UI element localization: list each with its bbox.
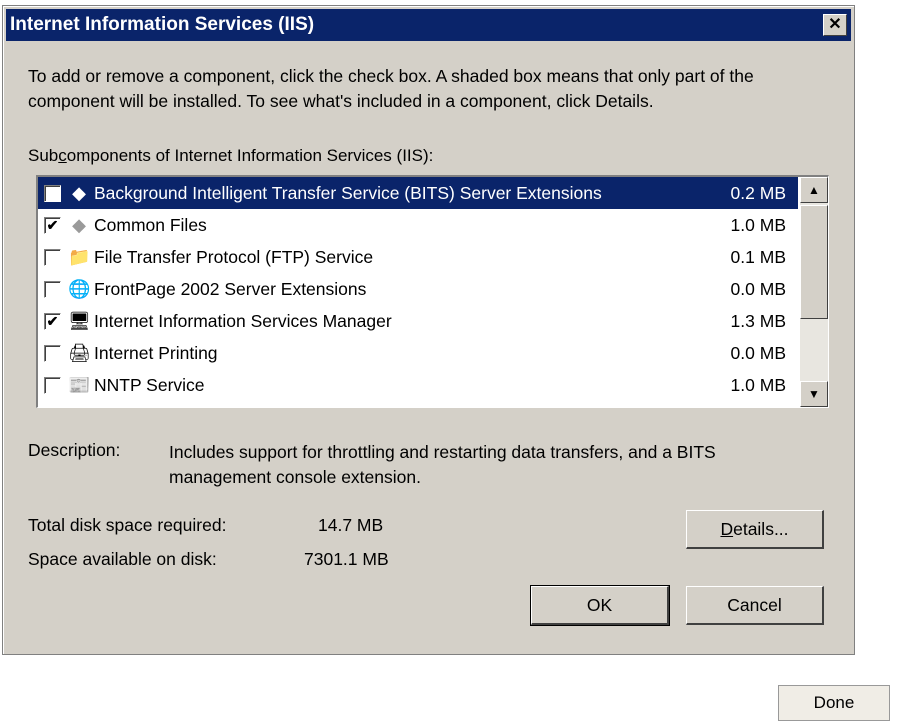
component-name: Internet Printing: [94, 343, 218, 363]
disk-required-label: Total disk space required:: [28, 515, 227, 535]
component-size: 1.0 MB: [730, 375, 786, 395]
done-button[interactable]: Done: [778, 685, 890, 721]
component-size: 0.0 MB: [730, 279, 786, 299]
subcomponents-label: Subcomponents of Internet Information Se…: [28, 146, 434, 165]
component-name: File Transfer Protocol (FTP) Service: [94, 247, 374, 267]
unchecked-checkbox[interactable]: [44, 281, 61, 298]
description-label: Description:: [28, 440, 121, 460]
diamond-icon: ◆: [72, 215, 86, 235]
vertical-scrollbar[interactable]: ▲ ▼: [800, 177, 828, 407]
checked-checkbox[interactable]: ✔: [44, 217, 61, 234]
component-name: Internet Information Services Manager: [94, 311, 392, 331]
list-item[interactable]: 📰 NNTP Service 1.0 MB: [38, 369, 798, 401]
disk-available-label: Space available on disk:: [28, 549, 217, 569]
list-item[interactable]: 📁 File Transfer Protocol (FTP) Service 0.1…: [38, 241, 798, 273]
unchecked-checkbox[interactable]: [44, 249, 61, 266]
intro-text: To add or remove a component, click the …: [28, 66, 754, 111]
scroll-up-button[interactable]: ▲: [800, 177, 828, 203]
folder-icon: 📁: [68, 247, 91, 267]
component-size: 1.0 MB: [730, 215, 786, 235]
component-name: NNTP Service: [94, 375, 205, 395]
list-item[interactable]: 🖨 Internet Printing 0.0 MB: [38, 337, 798, 369]
description-text: Includes support for throttling and rest…: [169, 442, 716, 487]
components-listbox[interactable]: ◆ Background Intelligent Transfer Service…: [36, 175, 829, 408]
printer-icon: 🖨: [68, 343, 91, 363]
iis-dialog: Internet Information Services (IIS) ✕ To…: [2, 5, 855, 655]
window-title: Internet Information Services (IIS): [10, 14, 315, 35]
disk-available-value: 7301.1 MB: [304, 549, 389, 569]
component-size: 0.2 MB: [730, 183, 786, 203]
diamond-icon: ◆: [72, 183, 86, 203]
server-manager-icon: 🖥: [68, 311, 91, 331]
cancel-button[interactable]: Cancel: [686, 586, 824, 625]
nntp-icon: 📰: [68, 375, 91, 395]
disk-required-value: 14.7 MB: [318, 515, 384, 535]
list-item[interactable]: 🌐 FrontPage 2002 Server Extensions 0.0 MB: [38, 273, 798, 305]
ok-button[interactable]: OK: [530, 585, 670, 626]
unchecked-checkbox[interactable]: [44, 345, 61, 362]
list-item[interactable]: ◆ Background Intelligent Transfer Service…: [38, 177, 798, 209]
component-name: Background Intelligent Transfer Service …: [94, 183, 602, 203]
unchecked-checkbox[interactable]: [44, 185, 61, 202]
close-button[interactable]: ✕: [823, 14, 847, 36]
frontpage-icon: 🌐: [68, 279, 91, 299]
checked-checkbox[interactable]: ✔: [44, 313, 61, 330]
component-size: 0.0 MB: [730, 343, 786, 363]
scroll-down-button[interactable]: ▼: [800, 381, 828, 407]
list-item[interactable]: ✔ ◆ Common Files 1.0 MB: [38, 209, 798, 241]
scroll-thumb[interactable]: [800, 205, 828, 319]
unchecked-checkbox[interactable]: [44, 377, 61, 394]
details-button[interactable]: Details...: [686, 510, 824, 549]
list-item[interactable]: ✔ 🖥 Internet Information Services Manager 1…: [38, 305, 798, 337]
component-name: FrontPage 2002 Server Extensions: [94, 279, 367, 299]
title-bar: Internet Information Services (IIS) ✕: [6, 9, 851, 41]
component-size: 1.3 MB: [730, 311, 786, 331]
component-name: Common Files: [94, 215, 207, 235]
component-size: 0.1 MB: [730, 247, 786, 267]
